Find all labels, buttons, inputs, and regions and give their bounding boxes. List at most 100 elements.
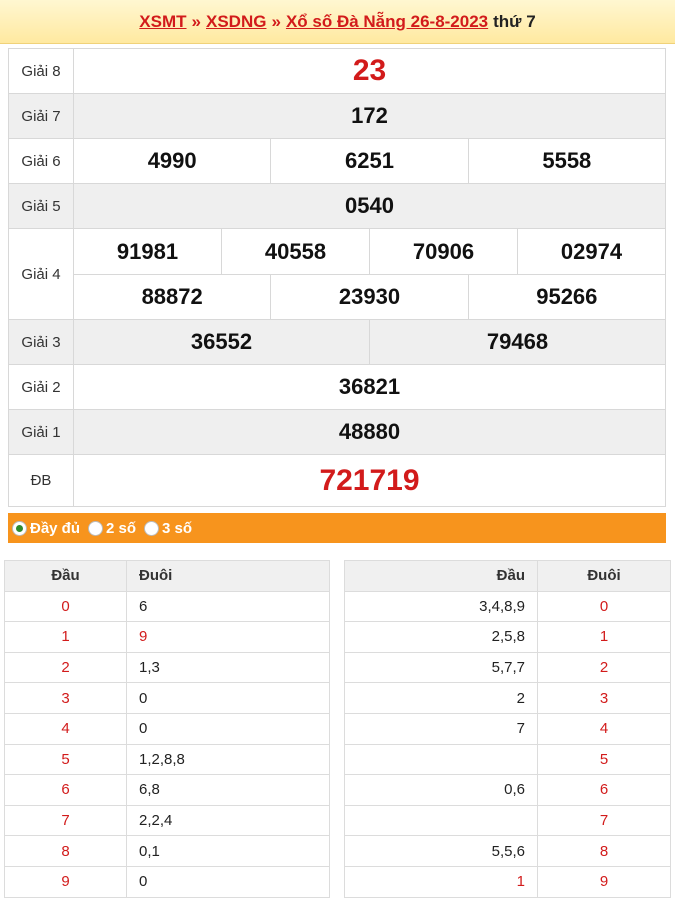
- column-header: Đuôi: [126, 560, 330, 592]
- table-header-row: Đầu Đuôi: [4, 560, 330, 592]
- prize-number: 40558: [264, 238, 327, 264]
- loto-cell: [344, 744, 538, 776]
- prize-number: 91981: [116, 238, 179, 264]
- table-row: 74: [344, 713, 671, 745]
- loto-cell: 3: [537, 682, 671, 714]
- breadcrumb-separator: »: [271, 11, 281, 31]
- prize-row-g5: Giải 5 0540: [8, 183, 666, 229]
- breadcrumb: XSMT » XSDNG » Xổ số Đà Nẵng 26-8-2023 t…: [0, 0, 675, 44]
- breadcrumb-link-result[interactable]: Xổ số Đà Nẵng 26-8-2023: [286, 12, 488, 32]
- prize-number: 4990: [147, 148, 197, 173]
- results-table: Giải 8 23 Giải 7 172 Giải 6 4990 6251 55…: [8, 48, 666, 507]
- loto-tail-table: Đầu Đuôi 3,4,8,9 0 2,5,8 1 5,7,7 2 2 3 7 4 5 0,6 6 7 5…: [344, 560, 671, 898]
- table-row: 19: [4, 621, 330, 653]
- loto-cell: 0: [537, 591, 671, 623]
- breadcrumb-day: thứ 7: [493, 11, 536, 31]
- breadcrumb-link-xsdng[interactable]: XSDNG: [206, 12, 266, 32]
- loto-cell: 2,2,4: [126, 805, 330, 837]
- loto-cell: 2: [4, 652, 127, 684]
- prize-label: Giải 6: [8, 138, 74, 184]
- option-full[interactable]: Đầy đủ: [12, 520, 80, 537]
- column-header: Đuôi: [537, 560, 671, 592]
- loto-cell: 0,6: [344, 774, 538, 806]
- loto-cell: 0: [126, 682, 330, 714]
- prize-row-g2: Giải 2 36821: [8, 364, 666, 410]
- loto-cell: 5,7,7: [344, 652, 538, 684]
- prize-number: 48880: [338, 419, 401, 444]
- prize-number: 36821: [338, 374, 401, 399]
- table-row: 90: [4, 866, 330, 898]
- loto-cell: 9: [4, 866, 127, 898]
- prize-row-g1: Giải 1 48880: [8, 409, 666, 455]
- table-row: 7 2,2,4: [4, 805, 330, 837]
- option-label: 2 số: [106, 519, 137, 537]
- option-2-digits[interactable]: 2 số: [88, 520, 136, 537]
- breadcrumb-link-xsmt[interactable]: XSMT: [139, 12, 186, 32]
- prize-row-g4: Giải 4 91981 40558 70906 02974 88872 239…: [8, 228, 666, 320]
- column-header: Đầu: [344, 560, 538, 592]
- display-options-bar: Đầy đủ 2 số 3 số: [8, 513, 666, 543]
- prize-row-g7: Giải 7 172: [8, 93, 666, 139]
- loto-cell: 6: [537, 774, 671, 806]
- loto-cell: [344, 805, 538, 837]
- prize-label: Giải 5: [8, 183, 74, 229]
- table-row: 5 1,2,8,8: [4, 744, 330, 776]
- table-header-row: Đầu Đuôi: [344, 560, 671, 592]
- loto-cell: 3: [4, 682, 127, 714]
- table-row: 5: [344, 744, 671, 776]
- loto-cell: 1: [537, 621, 671, 653]
- loto-cell: 0,1: [126, 835, 330, 867]
- loto-cell: 3,4,8,9: [344, 591, 538, 623]
- prize-number: 23: [352, 54, 387, 87]
- table-row: 5,7,7 2: [344, 652, 671, 684]
- table-row: 30: [4, 682, 330, 714]
- loto-cell: 2: [344, 682, 538, 714]
- loto-cell: 6: [4, 774, 127, 806]
- loto-cell: 2: [537, 652, 671, 684]
- prize-number: 23930: [338, 284, 401, 309]
- prize-label: Giải 7: [8, 93, 74, 139]
- prize-number: 5558: [542, 148, 592, 173]
- loto-cell: 8: [537, 835, 671, 867]
- table-row: 0,6 6: [344, 774, 671, 806]
- loto-cell: 8: [4, 835, 127, 867]
- loto-cell: 9: [126, 621, 330, 653]
- prize-number: 36552: [190, 329, 253, 354]
- prize-label: Giải 3: [8, 319, 74, 365]
- loto-cell: 5: [537, 744, 671, 776]
- radio-icon[interactable]: [144, 520, 160, 536]
- table-row: 5,5,6 8: [344, 835, 671, 867]
- loto-cell: 1,2,8,8: [126, 744, 330, 776]
- loto-cell: 0: [4, 591, 127, 623]
- radio-selected-icon[interactable]: [12, 520, 27, 536]
- loto-cell: 5,5,6: [344, 835, 538, 867]
- radio-icon[interactable]: [88, 520, 104, 536]
- loto-cell: 0: [126, 866, 330, 898]
- prize-number: 0540: [345, 193, 394, 218]
- prize-label: Giải 8: [8, 48, 74, 94]
- prize-row-db: ĐB 721719: [8, 454, 666, 507]
- table-row: 40: [4, 713, 330, 745]
- breadcrumb-separator: »: [191, 11, 201, 31]
- loto-cell: 1,3: [126, 652, 330, 684]
- prize-label: ĐB: [8, 454, 74, 507]
- prize-number: 70906: [412, 238, 475, 264]
- loto-cell: 9: [537, 866, 671, 898]
- prize-row-g3: Giải 3 36552 79468: [8, 319, 666, 365]
- table-row: 23: [344, 682, 671, 714]
- column-header: Đầu: [4, 560, 127, 592]
- table-row: 8 0,1: [4, 835, 330, 867]
- option-3-digits[interactable]: 3 số: [144, 520, 192, 537]
- prize-label: Giải 1: [8, 409, 74, 455]
- table-row: 06: [4, 591, 330, 623]
- loto-cell: 6,8: [126, 774, 330, 806]
- loto-cell: 0: [126, 713, 330, 745]
- prize-number: 172: [351, 103, 388, 128]
- loto-cell: 6: [126, 591, 330, 623]
- prize-number: 6251: [345, 148, 394, 173]
- prize-label: Giải 4: [8, 228, 74, 320]
- prize-number: 88872: [141, 284, 203, 309]
- table-row: 2 1,3: [4, 652, 330, 684]
- prize-number: 95266: [536, 284, 598, 309]
- table-row: 3,4,8,9 0: [344, 591, 671, 623]
